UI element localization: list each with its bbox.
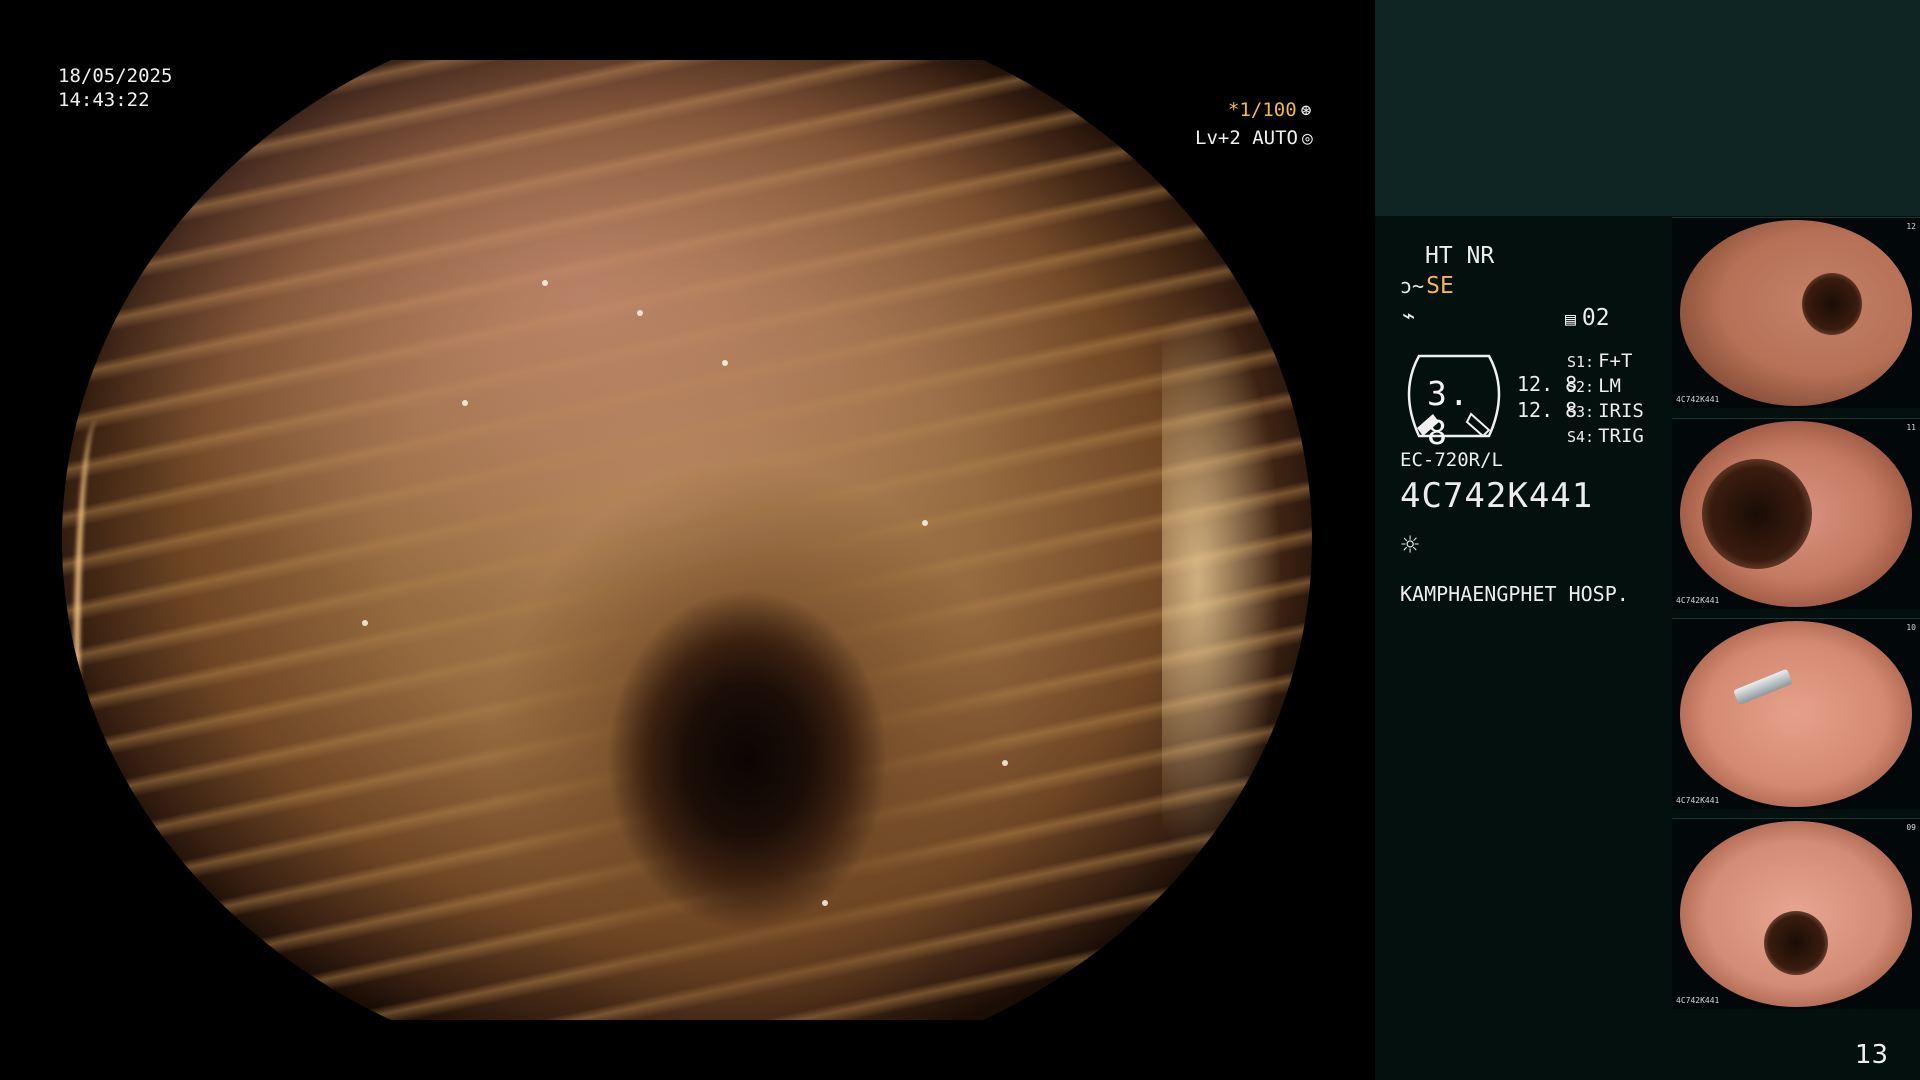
mode-ht-nr: HT NR — [1425, 243, 1495, 269]
mode-se: ɔ~SE — [1400, 273, 1454, 299]
level-value: Lv+2 AUTO — [1195, 127, 1298, 149]
shutter-value: *1/100 — [1228, 99, 1297, 121]
switch-s2: S2: LM — [1567, 375, 1621, 397]
time-readout: 14:43:22 — [58, 89, 150, 111]
rim-glow-left — [74, 420, 120, 900]
bubble — [462, 400, 468, 406]
thumbnail-caption: 4C742K441 — [1676, 395, 1720, 404]
structure-icon: ɔ~ — [1400, 274, 1425, 298]
thumbnail-image — [1680, 220, 1912, 406]
level-readout: Lv+2 AUTO ◎ — [1195, 126, 1313, 151]
light-source-icon: ☼ — [1401, 528, 1420, 563]
thumbnail-index: 12 — [1906, 222, 1916, 231]
page-number: 13 — [1855, 1040, 1889, 1070]
panel-header-block — [1375, 0, 1920, 216]
thumbnail-caption: 4C742K441 — [1676, 796, 1720, 805]
switch-s1: S1: F+T — [1567, 350, 1633, 372]
bubble — [637, 310, 643, 316]
date-readout: 18/05/2025 — [58, 65, 173, 87]
scope-model: EC-720R/L — [1400, 449, 1503, 471]
gauge-value: 3. 8 — [1427, 374, 1471, 452]
memo-counter: ▤ 02 — [1565, 305, 1610, 331]
hospital-name: KAMPHAENGPHET HOSP. — [1400, 582, 1629, 606]
gauge: 3. 8 — [1399, 352, 1509, 452]
capture-thumbnail[interactable]: 4C742K441 11 — [1672, 418, 1920, 609]
main-endoscopy-view[interactable] — [62, 60, 1312, 1020]
endoscopy-screen: 18/05/2025 14:43:22 *1/100 ⊛ Lv+2 AUTO ◎ H… — [0, 0, 1920, 1080]
memo-icon: ▤ — [1565, 309, 1576, 330]
thumbnail-image — [1680, 621, 1912, 807]
target-icon: ◎ — [1301, 128, 1313, 149]
thumbnail-lumen — [1802, 273, 1862, 335]
capture-thumbnail[interactable]: 4C742K441 10 — [1672, 618, 1920, 809]
thumbnail-caption: 4C742K441 — [1676, 996, 1720, 1005]
thumbnail-index: 10 — [1906, 623, 1916, 632]
capture-thumbnail[interactable]: 4C742K441 12 — [1672, 217, 1920, 408]
thumbnail-caption: 4C742K441 — [1676, 596, 1720, 605]
bubble — [362, 620, 368, 626]
scope-serial: 4C742K441 — [1400, 476, 1594, 516]
shutter-readout: *1/100 ⊛ — [1228, 98, 1311, 123]
bubble — [822, 900, 828, 906]
bubble — [722, 360, 728, 366]
thumbnail-index: 11 — [1906, 423, 1916, 432]
info-panel: HT NR ɔ~SE ⌁ ▤ 02 3. 8 12. 8 12. 8 S1: F+T… — [1375, 0, 1920, 1080]
thumbnail-index: 09 — [1906, 823, 1916, 832]
switch-s4: S4: TRIG — [1567, 425, 1644, 447]
bubble — [1002, 760, 1008, 766]
memo-count-value: 02 — [1581, 305, 1610, 331]
thumbnail-lumen — [1764, 911, 1828, 975]
thumbnail-lumen — [1702, 459, 1812, 569]
capture-thumbnail[interactable]: 4C742K441 09 — [1672, 818, 1920, 1009]
switch-s3: S3: IRIS — [1567, 400, 1644, 422]
bubble — [542, 280, 548, 286]
aperture-icon: ⊛ — [1300, 100, 1312, 121]
rim-glow-right — [1162, 300, 1282, 860]
mode-se-label: SE — [1426, 273, 1454, 299]
bubble — [922, 520, 928, 526]
wave-icon: ⌁ — [1402, 304, 1416, 329]
